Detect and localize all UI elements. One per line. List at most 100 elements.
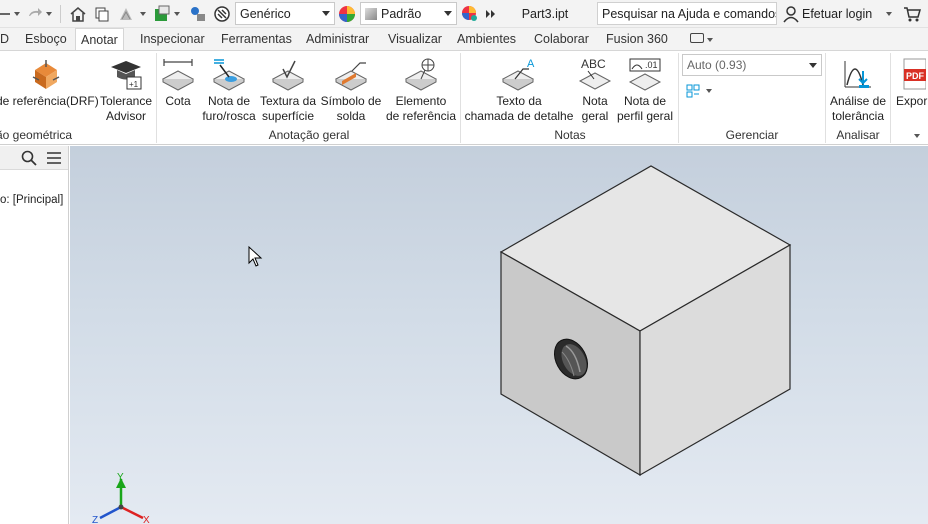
select-dropdown-icon[interactable]: [172, 3, 182, 25]
profile-note-icon: .01: [614, 55, 676, 91]
surface-texture-line2: superfície: [261, 109, 315, 123]
ribbon-expand-icon[interactable]: [914, 134, 920, 138]
ribbon-display-toggle[interactable]: [687, 31, 716, 47]
axis-triad: Y X Z: [92, 472, 150, 524]
general-note-button[interactable]: ABC Nota geral: [576, 55, 614, 124]
axis-y-label: Y: [117, 472, 124, 483]
cota-label: Cota: [165, 94, 191, 108]
group-separator: [890, 53, 891, 143]
tab-inspecionar[interactable]: Inspecionar: [135, 28, 210, 50]
datum-feature-button[interactable]: Elemento de referência: [384, 55, 458, 124]
panel-icon: [690, 33, 704, 43]
tab-administrar[interactable]: Administrar: [301, 28, 374, 50]
tolerance-advisor-line2: Advisor: [105, 109, 146, 123]
axis-z-label: Z: [92, 515, 98, 524]
leader-text-button[interactable]: A Texto da chamada de detalhe: [462, 55, 576, 124]
mouse-cursor-icon: [248, 245, 263, 267]
appearance-select[interactable]: Padrão: [360, 2, 457, 25]
manage-layers-button[interactable]: [686, 82, 716, 100]
chevron-down-icon: [707, 38, 714, 42]
tab-anotar[interactable]: Anotar: [75, 28, 124, 51]
menu-icon[interactable]: [46, 151, 62, 168]
user-icon[interactable]: [781, 3, 801, 25]
leader-a-glyph: A: [527, 58, 535, 70]
material-value: Genérico: [240, 6, 291, 21]
update-dropdown-icon[interactable]: [138, 3, 148, 25]
adjust-appearance-icon[interactable]: [460, 3, 480, 25]
tolerance-analysis-button[interactable]: Análise de tolerância: [827, 55, 889, 124]
cota-button[interactable]: Cota: [158, 55, 198, 109]
datum-feature-line1: Elemento: [395, 94, 447, 108]
drf-icon: [0, 55, 96, 91]
tab-ambientes[interactable]: Ambientes: [452, 28, 521, 50]
tolerance-advisor-button[interactable]: +1 Tolerance Advisor: [96, 55, 156, 124]
chevron-down-icon: [809, 63, 817, 68]
clear-appearance-icon[interactable]: [212, 3, 232, 25]
material-select[interactable]: Genérico: [235, 2, 335, 25]
surface-texture-icon: [258, 55, 318, 91]
graphics-viewport[interactable]: Y X Z: [70, 146, 928, 524]
pdf-glyph: PDF: [906, 71, 925, 81]
surface-texture-line1: Textura da: [259, 94, 317, 108]
copy-icon[interactable]: [92, 3, 112, 25]
tolerance-analysis-line2: tolerância: [831, 109, 885, 123]
group-label-analisar: Analisar: [836, 128, 880, 142]
tab-ferramentas[interactable]: Ferramentas: [216, 28, 297, 50]
part-cube[interactable]: [499, 165, 792, 477]
leader-text-icon: A: [462, 55, 576, 91]
general-note-line1: Nota: [582, 94, 608, 108]
profile-note-line1: Nota de: [623, 94, 667, 108]
graduation-cap-icon: +1: [96, 55, 156, 91]
redo-dropdown-icon[interactable]: [44, 3, 54, 25]
profile-note-line2: perfil geral: [616, 109, 674, 123]
general-profile-note-button[interactable]: .01 Nota de perfil geral: [614, 55, 676, 124]
search-icon[interactable]: [21, 150, 37, 169]
annotation-scale-select[interactable]: Auto (0.93): [682, 54, 822, 76]
group-separator: [156, 53, 157, 143]
undo-icon[interactable]: [0, 3, 12, 25]
appearance-icon[interactable]: [337, 3, 357, 25]
home-icon[interactable]: [68, 3, 88, 25]
viewport-canvas: Y X Z: [92, 165, 792, 524]
login-dropdown-icon[interactable]: [884, 3, 894, 25]
tab-fusion-360[interactable]: Fusion 360: [601, 28, 673, 50]
browser-representation-item[interactable]: o: [Principal]: [0, 194, 63, 206]
layers-icon: [686, 84, 700, 98]
group-label-anotacao-geral: Anotação geral: [268, 128, 350, 142]
tab-colaborar[interactable]: Colaborar: [529, 28, 594, 50]
weld-symbol-line2: solda: [336, 109, 366, 123]
redo-icon[interactable]: [26, 3, 44, 25]
login-link[interactable]: Efetuar login: [802, 3, 882, 25]
group-separator: [678, 53, 679, 143]
axis-x-label: X: [143, 515, 150, 524]
general-note-line2: geral: [581, 109, 609, 123]
ribbon-panel: de referência(DRF) +1 Tolerance Advisor …: [0, 50, 928, 145]
tab-visualizar[interactable]: Visualizar: [383, 28, 447, 50]
tab-esboco[interactable]: Esboço: [20, 28, 72, 50]
leader-text-line2: chamada de detalhe: [464, 109, 574, 123]
abc-glyph: ABC: [581, 57, 606, 71]
export-button[interactable]: PDF Expor: [896, 55, 928, 109]
group-label-notas: Notas: [554, 128, 586, 142]
cart-icon[interactable]: [902, 3, 922, 25]
datum-reference-frame-button[interactable]: de referência(DRF): [0, 55, 99, 109]
surface-texture-button[interactable]: Textura da superfície: [258, 55, 318, 124]
tolerance-advisor-line1: Tolerance: [99, 94, 153, 108]
appearance-swatch-icon: [365, 7, 377, 20]
weld-symbol-button[interactable]: Símbolo de solda: [318, 55, 384, 124]
more-commands-icon[interactable]: [484, 3, 498, 25]
help-search-input[interactable]: Pesquisar na Ajuda e comandos.: [597, 2, 777, 25]
material-icon[interactable]: [188, 3, 208, 25]
model-browser-panel: o: [Principal]: [0, 146, 69, 524]
weld-symbol-icon: [318, 55, 384, 91]
tab-partial-d[interactable]: D: [0, 28, 14, 50]
select-icon[interactable]: [152, 3, 172, 25]
group-label-geometric: ão geométrica: [0, 128, 73, 142]
hole-thread-note-button[interactable]: Nota de furo/rosca: [200, 55, 258, 124]
tolerance-analysis-icon: [827, 55, 889, 91]
update-icon[interactable]: [116, 3, 136, 25]
pdf-icon: PDF: [896, 55, 928, 91]
undo-dropdown-icon[interactable]: [12, 3, 22, 25]
hole-note-line1: Nota de: [207, 94, 251, 108]
general-note-icon: ABC: [576, 55, 614, 91]
